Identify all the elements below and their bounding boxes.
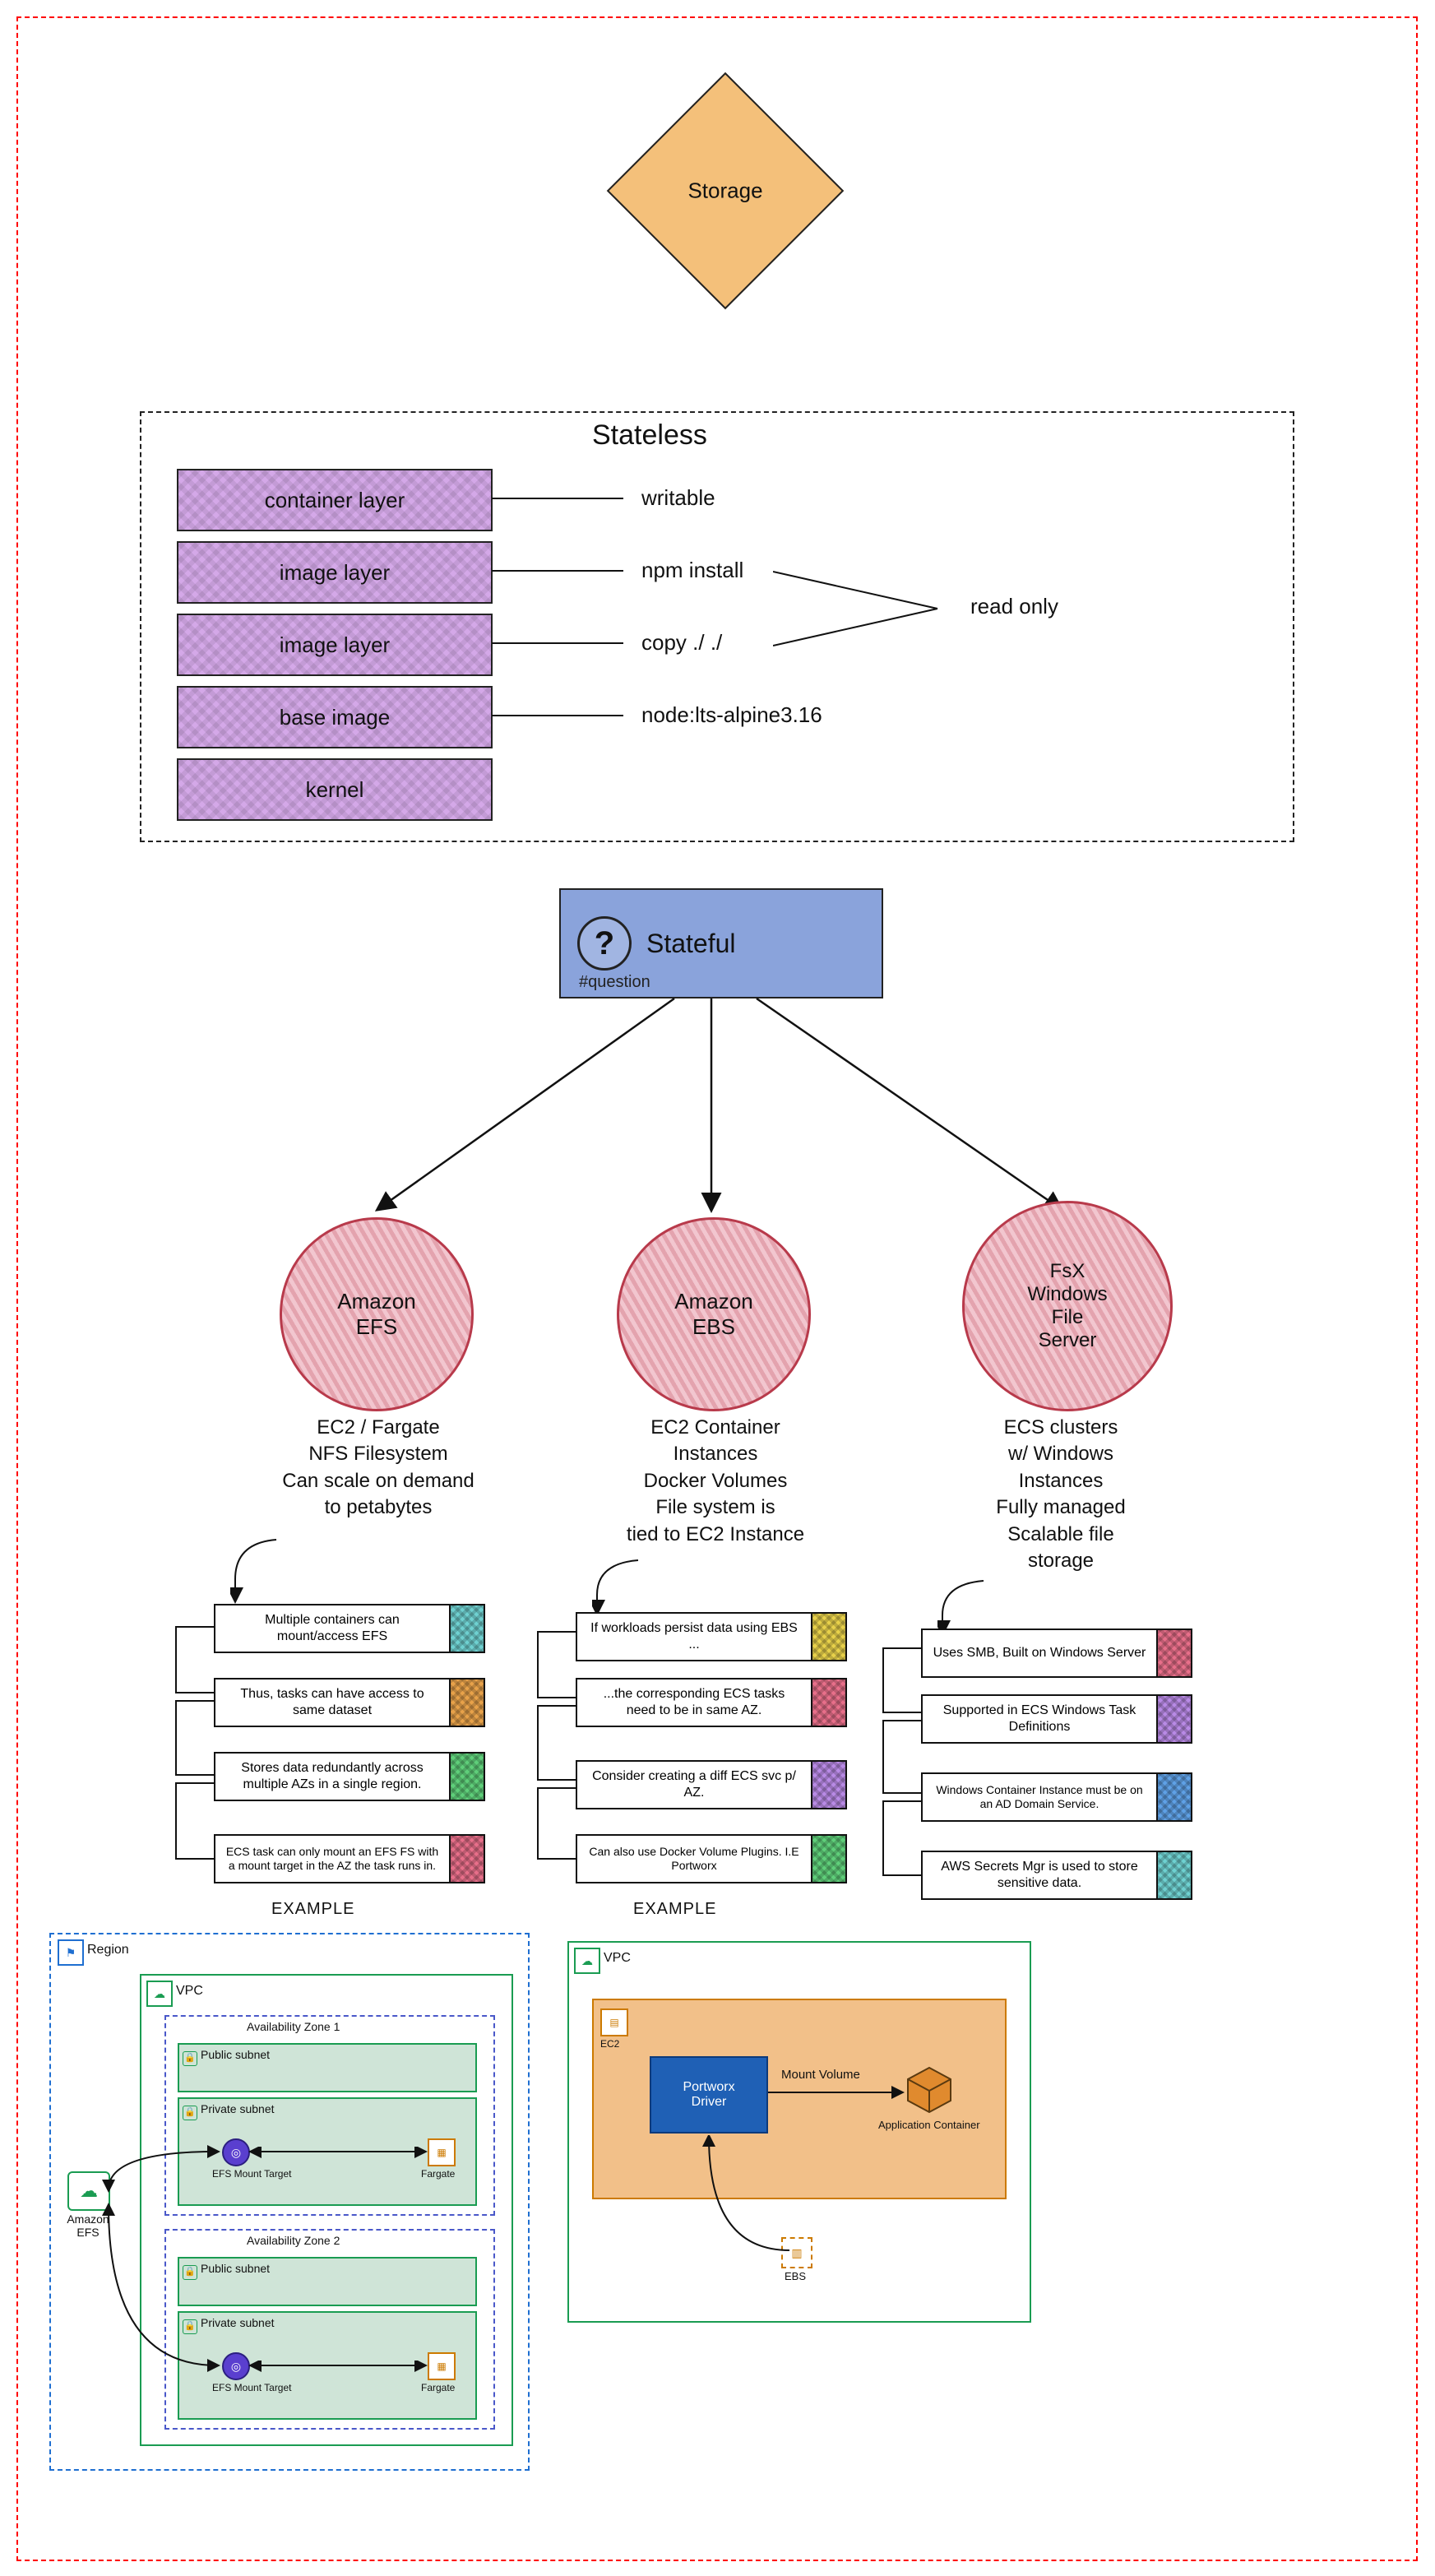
layer-4: kernel [177, 758, 493, 821]
ebs-circle: Amazon EBS [617, 1217, 811, 1411]
annot-writable: writable [641, 485, 715, 511]
fsx-note-3: AWS Secrets Mgr is used to store sensiti… [921, 1851, 1192, 1900]
layer-3: base image [177, 686, 493, 748]
fargate-label-2: Fargate [421, 2382, 455, 2393]
app-container-label: Application Container [878, 2119, 980, 2131]
annot-npm: npm install [641, 558, 743, 583]
swatch [1158, 1694, 1192, 1744]
connector-line [492, 498, 623, 499]
az2-public-subnet: 🔒Public subnet [178, 2257, 477, 2306]
vpc2-icon: ☁ [574, 1948, 600, 1974]
connector-line [492, 570, 623, 572]
az1-label: Availability Zone 1 [247, 2020, 340, 2033]
stateless-title: Stateless [592, 419, 707, 452]
swatch [1158, 1629, 1192, 1678]
fsx-note-2: Windows Container Instance must be on an… [921, 1772, 1192, 1822]
efs-example-label: EXAMPLE [271, 1900, 354, 1919]
az2-label: Availability Zone 2 [247, 2234, 340, 2247]
annot-copy: copy ./ ./ [641, 630, 722, 656]
swatch [812, 1834, 847, 1883]
application-container-icon [905, 2064, 954, 2114]
stateful-tag: #question [579, 973, 650, 992]
ebs-note-1: ...the corresponding ECS tasks need to b… [576, 1678, 847, 1727]
vpc-icon: ☁ [146, 1981, 173, 2007]
ebs-label: EBS [785, 2270, 806, 2282]
efs-circle: Amazon EFS [280, 1217, 474, 1411]
ebs-note-3: Can also use Docker Volume Plugins. I.E … [576, 1834, 847, 1883]
vpc2-label: VPC [604, 1951, 631, 1966]
stateful-title: Stateful [646, 929, 736, 959]
region-label: Region [87, 1943, 129, 1957]
efs-mount-target-icon-1: ◎ [222, 2138, 250, 2166]
swatch [1158, 1772, 1192, 1822]
swatch [812, 1612, 847, 1661]
connector-line [492, 642, 623, 644]
ebs-icon: ▥ [781, 2237, 812, 2268]
amazon-efs-label: Amazon EFS [59, 2212, 117, 2239]
efs-desc: EC2 / Fargate NFS Filesystem Can scale o… [263, 1415, 493, 1522]
swatch [812, 1760, 847, 1809]
amazon-efs-icon: ☁ [67, 2171, 110, 2211]
fsx-note-0: Uses SMB, Built on Windows Server [921, 1629, 1192, 1678]
fsx-note-1: Supported in ECS Windows Task Definition… [921, 1694, 1192, 1744]
layer-0: container layer [177, 469, 493, 531]
branch-arrows [247, 995, 1168, 1225]
swatch [812, 1678, 847, 1727]
fsx-connectors [880, 1645, 926, 1933]
fargate-label-1: Fargate [421, 2168, 455, 2180]
lock-icon: 🔒 [183, 2106, 197, 2120]
connector-line [492, 715, 623, 716]
mount-target-label-1: EFS Mount Target [212, 2168, 292, 2180]
efs-note-0: Multiple containers can mount/access EFS [214, 1604, 485, 1653]
layer-1: image layer [177, 541, 493, 604]
ec2-icon: ▤ [600, 2008, 628, 2036]
efs-connectors [173, 1620, 219, 1916]
swatch [451, 1604, 485, 1653]
question-icon: ? [577, 916, 632, 971]
fargate-icon-2: ▦ [428, 2352, 456, 2380]
storage-diamond: Storage [607, 72, 844, 309]
vpc-label: VPC [176, 1984, 203, 1999]
mount-volume-label: Mount Volume [781, 2068, 860, 2082]
swatch [451, 1752, 485, 1801]
layer-2: image layer [177, 614, 493, 676]
ebs-example-label: EXAMPLE [633, 1900, 716, 1919]
lock-icon: 🔒 [183, 2265, 197, 2280]
ebs-note-2: Consider creating a diff ECS svc p/ AZ. [576, 1760, 847, 1809]
portworx-driver: Portworx Driver [650, 2056, 768, 2134]
ebs-desc: EC2 Container Instances Docker Volumes F… [592, 1415, 839, 1548]
lock-icon: 🔒 [183, 2319, 197, 2334]
swatch [451, 1834, 485, 1883]
readonly-label: read only [970, 594, 1058, 619]
efs-mount-target-icon-2: ◎ [222, 2352, 250, 2380]
swatch [451, 1678, 485, 1727]
storage-label: Storage [687, 178, 762, 204]
ec2-label: EC2 [600, 2038, 619, 2050]
efs-note-2: Stores data redundantly across multiple … [214, 1752, 485, 1801]
efs-in-arrow [230, 1538, 280, 1604]
region-icon: ⚑ [58, 1939, 84, 1966]
fargate-icon-1: ▦ [428, 2138, 456, 2166]
efs-note-1: Thus, tasks can have access to same data… [214, 1678, 485, 1727]
efs-note-3: ECS task can only mount an EFS FS with a… [214, 1834, 485, 1883]
fsx-desc: ECS clusters w/ Windows Instances Fully … [937, 1415, 1184, 1574]
ebs-connectors [535, 1629, 581, 1916]
ebs-note-0: If workloads persist data using EBS ... [576, 1612, 847, 1661]
az1-public-subnet: 🔒Public subnet [178, 2043, 477, 2092]
ebs-in-arrow [592, 1559, 641, 1616]
mount-target-label-2: EFS Mount Target [212, 2382, 292, 2393]
swatch [1158, 1851, 1192, 1900]
stateful-box: ? Stateful #question [559, 888, 883, 998]
lock-icon: 🔒 [183, 2051, 197, 2066]
fsx-circle: FsX Windows File Server [962, 1201, 1173, 1411]
annot-base: node:lts-alpine3.16 [641, 702, 822, 728]
